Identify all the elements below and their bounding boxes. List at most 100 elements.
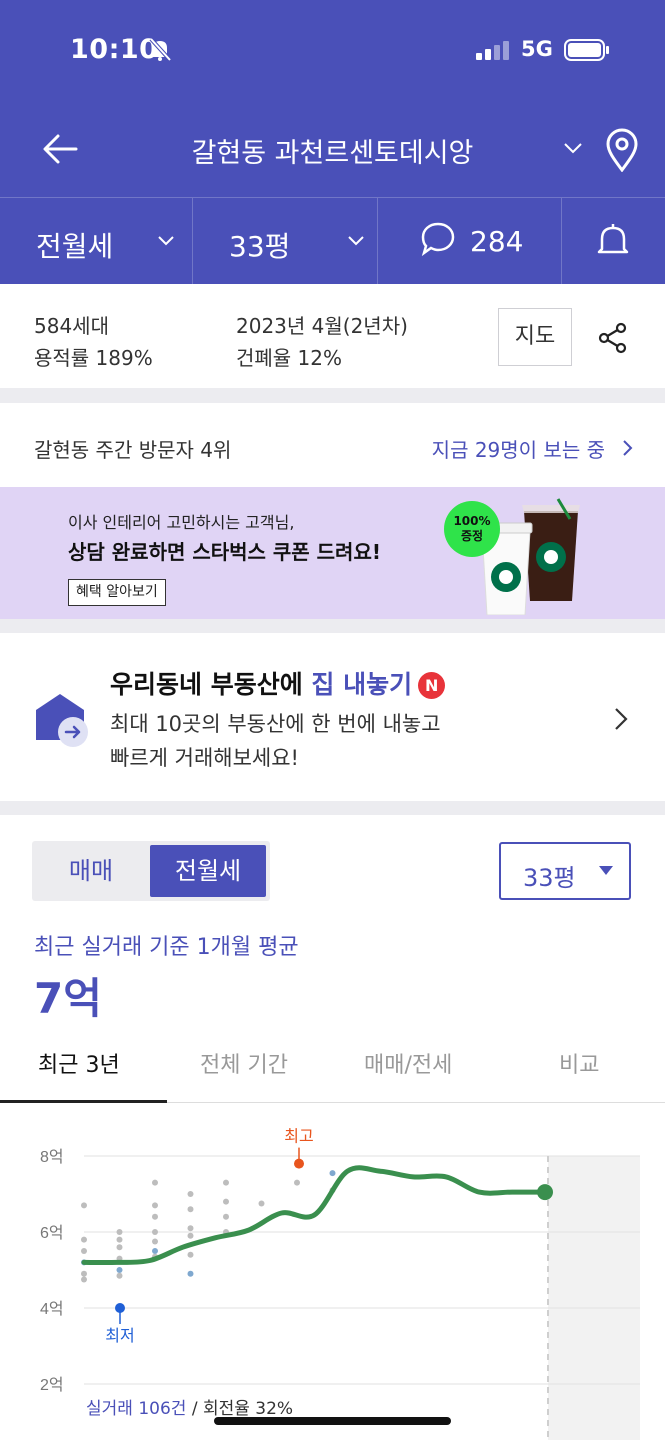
house-arrow-icon xyxy=(36,694,88,747)
chevron-right-icon[interactable] xyxy=(622,439,634,457)
size-select[interactable]: 33평 xyxy=(499,842,631,900)
trade-point xyxy=(116,1236,123,1243)
trade-point xyxy=(187,1225,194,1232)
starbucks-coupon-banner[interactable]: 이사 인테리어 고민하시는 고객님, 상담 완료하면 스타벅스 쿠폰 드려요! … xyxy=(0,487,665,619)
list-property-promo[interactable]: 우리동네 부동산에 집 내놓기 N 최대 10곳의 부동산에 한 번에 내놓고 빠… xyxy=(0,633,665,801)
banner-line1: 이사 인테리어 고민하시는 고객님, xyxy=(68,513,295,532)
trade-point xyxy=(81,1270,87,1277)
benefit-button[interactable]: 혜택 알아보기 xyxy=(68,579,166,606)
built-date: 2023년 4월(2년차) xyxy=(236,314,408,338)
promo-description: 최대 10곳의 부동산에 한 번에 내놓고 빠르게 거래해보세요! xyxy=(110,707,441,775)
trade-point xyxy=(116,1229,123,1235)
visitor-rank: 갈현동 주간 방문자 4위 xyxy=(34,438,232,462)
size-label: 33평 xyxy=(229,230,291,263)
deal-type-label: 전월세 xyxy=(36,230,114,263)
low-label: 최저 xyxy=(105,1327,134,1345)
new-badge: N xyxy=(418,672,446,699)
size-select-value: 33평 xyxy=(523,864,576,892)
badge-line1: 100% xyxy=(453,514,491,528)
segment-rent[interactable]: 전월세 xyxy=(150,845,266,897)
trade-point xyxy=(152,1202,158,1209)
floor-area-ratio: 용적률 189% xyxy=(34,346,153,370)
share-icon[interactable] xyxy=(597,322,629,354)
deal-type-filter[interactable]: 전월세 xyxy=(0,198,192,285)
trade-point xyxy=(187,1270,194,1277)
trade-point xyxy=(152,1213,158,1220)
badge-line2: 증정 xyxy=(460,529,484,543)
y-tick-label: 4억 xyxy=(40,1300,64,1318)
bell-icon xyxy=(597,224,629,254)
trade-point xyxy=(223,1213,229,1220)
future-shade xyxy=(548,1156,640,1440)
map-button[interactable]: 지도 xyxy=(498,308,572,366)
promo-title-prefix: 우리동네 부동산에 xyxy=(110,670,312,699)
chevron-right-icon xyxy=(615,708,628,730)
trade-point xyxy=(187,1232,194,1239)
status-time: 10:10 xyxy=(70,34,159,65)
y-tick-label: 2억 xyxy=(40,1376,64,1394)
trade-point xyxy=(116,1244,123,1251)
size-filter[interactable]: 33평 xyxy=(193,198,377,285)
promo-desc-line2: 빠르게 거래해보세요! xyxy=(110,746,299,770)
trade-point xyxy=(258,1200,265,1207)
coverage-ratio: 건폐율 12% xyxy=(236,346,343,370)
households: 584세대 xyxy=(34,314,109,338)
filter-bar: 전월세 33평 284 xyxy=(0,197,665,285)
trade-point xyxy=(81,1276,87,1283)
trade-point xyxy=(81,1248,87,1254)
promo-title: 우리동네 부동산에 집 내놓기 N xyxy=(110,665,446,701)
visitor-row: 갈현동 주간 방문자 4위 지금 29명이 보는 중 xyxy=(0,403,665,487)
high-label: 최고 xyxy=(284,1128,313,1146)
tab-recent-3y[interactable]: 최근 3년 xyxy=(38,1047,120,1079)
trade-point xyxy=(294,1179,300,1186)
tab-sale-jeonse[interactable]: 매매/전세 xyxy=(364,1047,452,1079)
trade-point xyxy=(152,1179,158,1186)
trade-point xyxy=(116,1272,123,1279)
comment-count: 284 xyxy=(470,225,524,258)
location-pin-icon[interactable] xyxy=(604,128,640,172)
trade-point xyxy=(116,1267,123,1273)
alert-button[interactable] xyxy=(562,198,665,285)
y-tick-label: 8억 xyxy=(40,1148,64,1166)
trade-point xyxy=(187,1191,194,1197)
trade-count: 실거래 106건 xyxy=(86,1399,187,1419)
trade-point xyxy=(81,1202,87,1209)
chevron-down-icon xyxy=(348,236,364,246)
price-chart[interactable]: 8억 6억 4억 2억 최고최저 xyxy=(0,1104,665,1440)
average-label: 최근 실거래 기준 1개월 평균 xyxy=(34,935,299,960)
tab-all-period[interactable]: 전체 기간 xyxy=(200,1047,288,1079)
chevron-down-icon xyxy=(158,236,174,246)
average-value: 7억 xyxy=(34,974,102,1023)
trade-point xyxy=(152,1229,158,1235)
speech-bubble-icon xyxy=(421,222,455,257)
trade-point xyxy=(329,1170,336,1177)
turnover-rate: / 회전율 32% xyxy=(186,1399,294,1419)
caret-down-icon xyxy=(599,866,613,875)
trade-point xyxy=(223,1179,229,1186)
tab-compare[interactable]: 비교 xyxy=(559,1047,599,1079)
trade-point xyxy=(187,1206,194,1213)
trade-point xyxy=(81,1236,87,1243)
chevron-down-icon[interactable] xyxy=(562,140,584,156)
trade-point xyxy=(152,1238,158,1245)
segment-sale[interactable]: 매매 xyxy=(32,841,150,901)
comments-button[interactable]: 284 xyxy=(378,198,561,285)
bell-muted-icon xyxy=(149,37,172,62)
trade-point xyxy=(223,1198,229,1205)
deal-segment-control: 매매 전월세 xyxy=(32,841,270,901)
network-label: 5G xyxy=(521,37,553,61)
watching-now-link[interactable]: 지금 29명이 보는 중 xyxy=(432,434,605,463)
trade-point xyxy=(187,1251,194,1258)
chart-summary: 실거래 106건 / 회전율 32% xyxy=(86,1394,293,1419)
promo-desc-line1: 최대 10곳의 부동산에 한 번에 내놓고 xyxy=(110,712,441,736)
latest-point xyxy=(537,1184,553,1201)
high-point xyxy=(294,1158,304,1169)
active-tab-indicator xyxy=(0,1100,167,1103)
app-header: 10:10 5G 갈현동 과천르센토데시앙 전월세 33평 284 xyxy=(0,0,665,285)
signal-icon xyxy=(476,41,509,60)
percent-badge: 100% 증정 xyxy=(444,501,500,557)
y-tick-label: 6억 xyxy=(40,1224,64,1242)
promo-title-highlight: 집 내놓기 xyxy=(311,670,413,699)
complex-info: 584세대 용적률 189% 2023년 4월(2년차) 건폐율 12% 지도 xyxy=(0,284,665,388)
banner-line2: 상담 완료하면 스타벅스 쿠폰 드려요! xyxy=(68,540,381,564)
